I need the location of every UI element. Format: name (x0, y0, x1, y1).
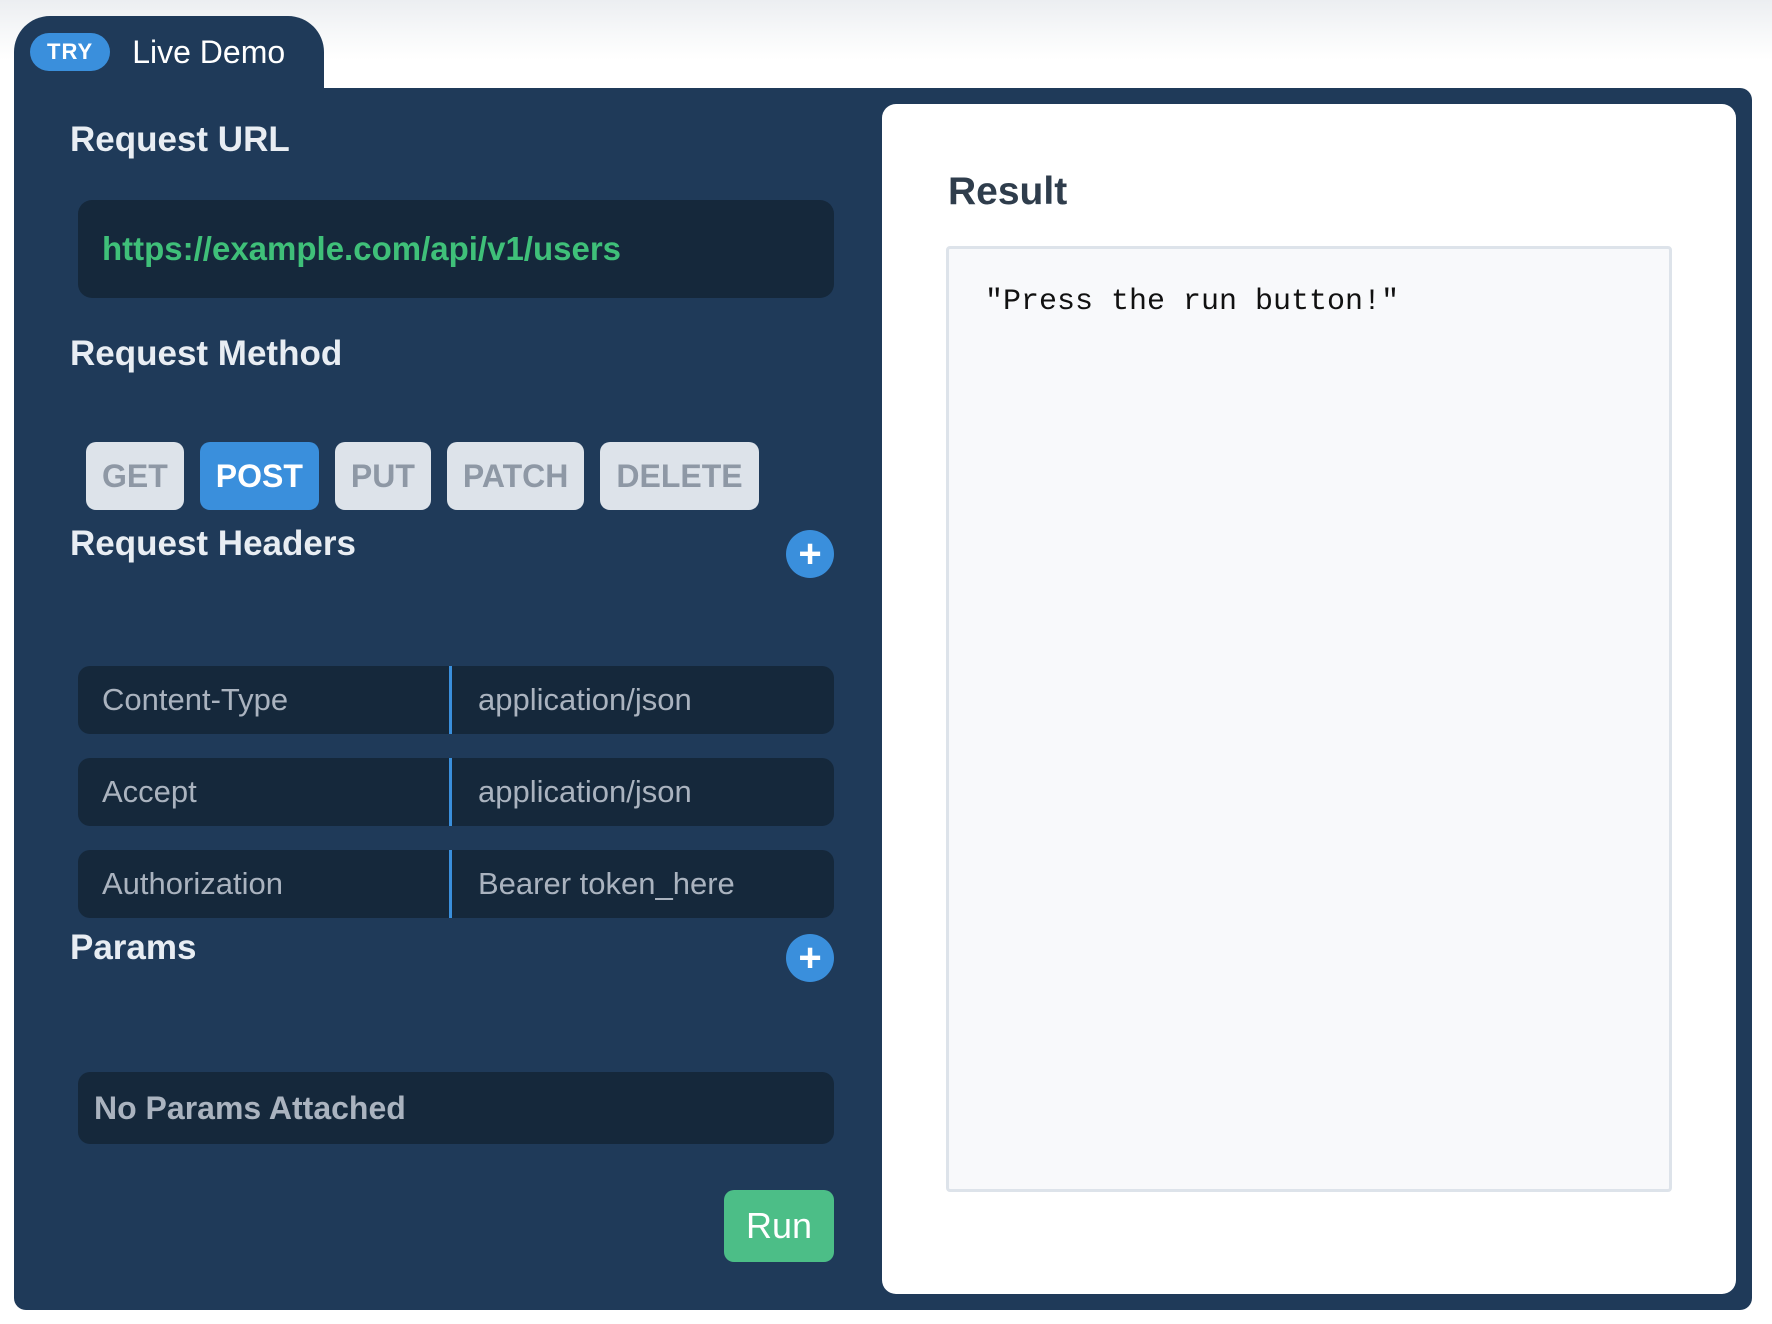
request-url-label: Request URL (70, 120, 290, 159)
method-get-button[interactable]: GET (86, 442, 184, 510)
live-demo-title: Live Demo (132, 33, 286, 70)
header-key-input[interactable]: Accept (78, 758, 452, 826)
result-output-text: "Press the run button!" (985, 285, 1400, 319)
run-button[interactable]: Run (724, 1190, 834, 1262)
result-card: Result "Press the run button!" (882, 104, 1736, 1294)
request-panel: Request URL https://example.com/api/v1/u… (14, 88, 1752, 1310)
params-empty-state: No Params Attached (78, 1072, 834, 1144)
header-row: Accept application/json (78, 758, 834, 826)
add-header-button[interactable]: + (786, 530, 834, 578)
header-row: Authorization Bearer token_here (78, 850, 834, 918)
params-label: Params (70, 928, 197, 967)
live-demo-tab: TRY Live Demo (14, 16, 324, 88)
request-method-label: Request Method (70, 334, 343, 373)
try-badge: TRY (30, 33, 111, 71)
header-value-input[interactable]: application/json (452, 666, 834, 734)
plus-icon: + (798, 936, 822, 980)
method-post-button[interactable]: POST (199, 442, 319, 510)
request-url-field[interactable]: https://example.com/api/v1/users (78, 200, 834, 298)
header-value-input[interactable]: Bearer token_here (452, 850, 834, 918)
method-delete-button[interactable]: DELETE (600, 442, 759, 510)
header-key-input[interactable]: Authorization (78, 850, 452, 918)
header-value-input[interactable]: application/json (452, 758, 834, 826)
result-title: Result (948, 170, 1068, 213)
request-headers-label: Request Headers (70, 524, 356, 563)
add-param-button[interactable]: + (786, 934, 834, 982)
header-key-input[interactable]: Content-Type (78, 666, 452, 734)
header-row: Content-Type application/json (78, 666, 834, 734)
request-method-group: GET POST PUT PATCH DELETE (86, 442, 775, 510)
plus-icon: + (798, 532, 822, 576)
method-patch-button[interactable]: PATCH (446, 442, 585, 510)
result-output-box[interactable]: "Press the run button!" (946, 246, 1672, 1192)
method-put-button[interactable]: PUT (334, 442, 431, 510)
